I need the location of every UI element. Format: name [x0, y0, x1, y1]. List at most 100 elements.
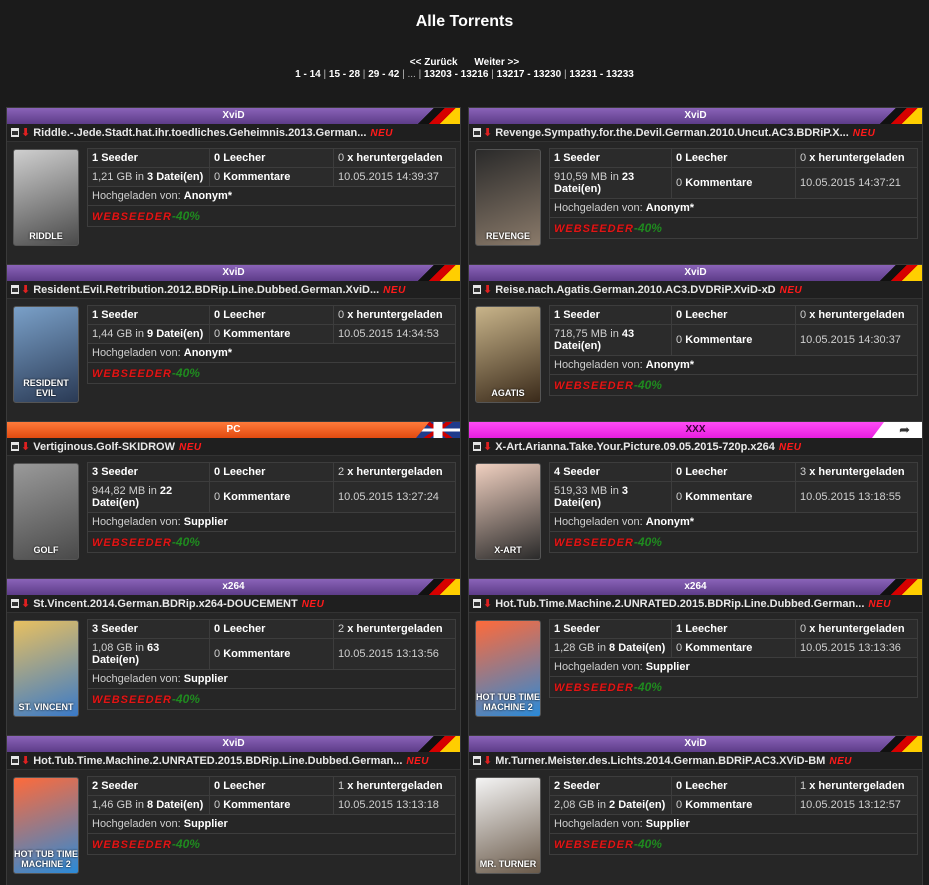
download-arrow-icon[interactable]: ⬇: [21, 124, 30, 141]
comments-cell[interactable]: 0 Kommentare: [209, 795, 334, 815]
comments-cell[interactable]: 0 Kommentare: [209, 481, 334, 513]
torrent-name-link[interactable]: Vertiginous.Golf-SKIDROW: [33, 441, 175, 453]
category-bar[interactable]: XviD: [7, 736, 460, 752]
uploader-name[interactable]: Supplier: [184, 516, 228, 528]
uploader-name[interactable]: Supplier: [646, 661, 690, 673]
download-arrow-icon[interactable]: ⬇: [21, 438, 30, 455]
uploader-name[interactable]: Supplier: [184, 673, 228, 685]
next-page-link[interactable]: Weiter >>: [474, 57, 519, 68]
details-icon[interactable]: [11, 599, 19, 608]
webseeder-cell: WEBSEEDER-40%: [87, 688, 456, 710]
category-bar[interactable]: XviD: [469, 108, 922, 124]
category-bar[interactable]: x264: [469, 579, 922, 595]
pager-page-link[interactable]: 13217 - 13230: [497, 69, 562, 80]
webseeder-label: WEBSEEDER: [554, 223, 634, 235]
upload-date: 10.05.2015 13:13:18: [338, 799, 439, 811]
comment-count: 0: [676, 177, 683, 189]
new-badge: NEU: [829, 756, 852, 767]
details-icon[interactable]: [473, 128, 481, 137]
details-icon[interactable]: [473, 756, 481, 765]
details-icon[interactable]: [11, 128, 19, 137]
torrent-name-link[interactable]: Mr.Turner.Meister.des.Lichts.2014.German…: [495, 755, 825, 767]
comments-cell[interactable]: 0 Kommentare: [671, 167, 796, 199]
uploader-name[interactable]: Anonym*: [184, 190, 232, 202]
details-icon[interactable]: [11, 756, 19, 765]
download-count: 0: [800, 152, 807, 164]
poster-image[interactable]: GOLF: [13, 463, 79, 560]
uk-flag-icon: [416, 422, 460, 438]
pager-page-link[interactable]: 13203 - 13216: [424, 69, 489, 80]
comments-label: Kommentare: [223, 648, 291, 660]
comments-cell[interactable]: 0 Kommentare: [209, 324, 334, 344]
poster-image[interactable]: RIDDLE: [13, 149, 79, 246]
torrent-name-link[interactable]: St.Vincent.2014.German.BDRip.x264-DOUCEM…: [33, 598, 297, 610]
torrent-name-link[interactable]: Reise.nach.Agatis.German.2010.AC3.DVDRiP…: [495, 284, 775, 296]
uploader-name[interactable]: Supplier: [184, 818, 228, 830]
prev-page-link[interactable]: << Zurück: [410, 57, 458, 68]
torrent-info-table: 2 Seeder 0 Leecher 1 x heruntergeladen 1…: [87, 776, 456, 855]
pager-page-link[interactable]: 13231 - 13233: [569, 69, 634, 80]
details-icon[interactable]: [473, 442, 481, 451]
category-bar[interactable]: XviD: [7, 265, 460, 281]
uploaded-by-label: Hochgeladen von:: [92, 190, 181, 202]
webseeder-cell: WEBSEEDER-40%: [549, 833, 918, 855]
uploader-name[interactable]: Supplier: [646, 818, 690, 830]
torrent-name-link[interactable]: Hot.Tub.Time.Machine.2.UNRATED.2015.BDRi…: [495, 598, 864, 610]
pager-page-link[interactable]: 1 - 14: [295, 69, 321, 80]
poster-image[interactable]: AGATIS: [475, 306, 541, 403]
leecher-cell: 0 Leecher: [209, 462, 334, 482]
comment-count: 0: [214, 648, 221, 660]
category-bar[interactable]: XviD: [469, 736, 922, 752]
poster-image[interactable]: HOT TUB TIME MACHINE 2: [475, 620, 541, 717]
comments-cell[interactable]: 0 Kommentare: [209, 167, 334, 187]
download-arrow-icon[interactable]: ⬇: [483, 595, 492, 612]
comments-cell[interactable]: 0 Kommentare: [209, 638, 334, 670]
download-arrow-icon[interactable]: ⬇: [21, 752, 30, 769]
poster-image[interactable]: HOT TUB TIME MACHINE 2: [13, 777, 79, 874]
torrent-card: XviD ⬇ Reise.nach.Agatis.German.2010.AC3.…: [468, 264, 923, 432]
torrent-name-link[interactable]: X-Art.Arianna.Take.Your.Picture.09.05.20…: [495, 441, 775, 453]
uploader-cell: Hochgeladen von: Supplier: [549, 657, 918, 677]
torrent-title-row: ⬇ Vertiginous.Golf-SKIDROW NEU: [7, 438, 460, 456]
uploader-name[interactable]: Anonym*: [184, 347, 232, 359]
category-bar[interactable]: PC: [7, 422, 460, 438]
details-icon[interactable]: [473, 599, 481, 608]
details-icon[interactable]: [11, 285, 19, 294]
uploader-name[interactable]: Anonym*: [646, 202, 694, 214]
poster-image[interactable]: ST. VINCENT: [13, 620, 79, 717]
leecher-cell: 0 Leecher: [671, 305, 796, 325]
download-arrow-icon[interactable]: ⬇: [21, 281, 30, 298]
seeder-count: 2: [92, 780, 99, 792]
details-icon[interactable]: [473, 285, 481, 294]
comments-cell[interactable]: 0 Kommentare: [671, 481, 796, 513]
size-value: 1,08 GB in: [92, 642, 144, 654]
poster-image[interactable]: REVENGE: [475, 149, 541, 246]
download-arrow-icon[interactable]: ⬇: [483, 124, 492, 141]
comments-cell[interactable]: 0 Kommentare: [671, 795, 796, 815]
details-icon[interactable]: [11, 442, 19, 451]
download-arrow-icon[interactable]: ⬇: [483, 281, 492, 298]
uploader-name[interactable]: Anonym*: [646, 516, 694, 528]
uploader-name[interactable]: Anonym*: [646, 359, 694, 371]
pager-page-link[interactable]: 29 - 42: [368, 69, 399, 80]
torrent-name-link[interactable]: Riddle.-.Jede.Stadt.hat.ihr.toedliches.G…: [33, 127, 366, 139]
category-bar[interactable]: XXX ➦: [469, 422, 922, 438]
torrent-info-table: 1 Seeder 0 Leecher 0 x heruntergeladen 1…: [87, 148, 456, 227]
comments-cell[interactable]: 0 Kommentare: [671, 638, 796, 658]
torrent-name-link[interactable]: Revenge.Sympathy.for.the.Devil.German.20…: [495, 127, 849, 139]
download-arrow-icon[interactable]: ⬇: [483, 752, 492, 769]
comments-cell[interactable]: 0 Kommentare: [671, 324, 796, 356]
download-arrow-icon[interactable]: ⬇: [21, 595, 30, 612]
pager-page-link[interactable]: 15 - 28: [329, 69, 360, 80]
poster-image[interactable]: RESIDENT EVIL: [13, 306, 79, 403]
downloaded-cell: 1 x heruntergeladen: [795, 776, 918, 796]
torrent-name-link[interactable]: Resident.Evil.Retribution.2012.BDRip.Lin…: [33, 284, 379, 296]
poster-image[interactable]: X-ART: [475, 463, 541, 560]
poster-image[interactable]: MR. TURNER: [475, 777, 541, 874]
category-bar[interactable]: XviD: [7, 108, 460, 124]
category-bar[interactable]: x264: [7, 579, 460, 595]
leecher-label: Leecher: [223, 309, 266, 321]
category-bar[interactable]: XviD: [469, 265, 922, 281]
download-arrow-icon[interactable]: ⬇: [483, 438, 492, 455]
torrent-name-link[interactable]: Hot.Tub.Time.Machine.2.UNRATED.2015.BDRi…: [33, 755, 402, 767]
